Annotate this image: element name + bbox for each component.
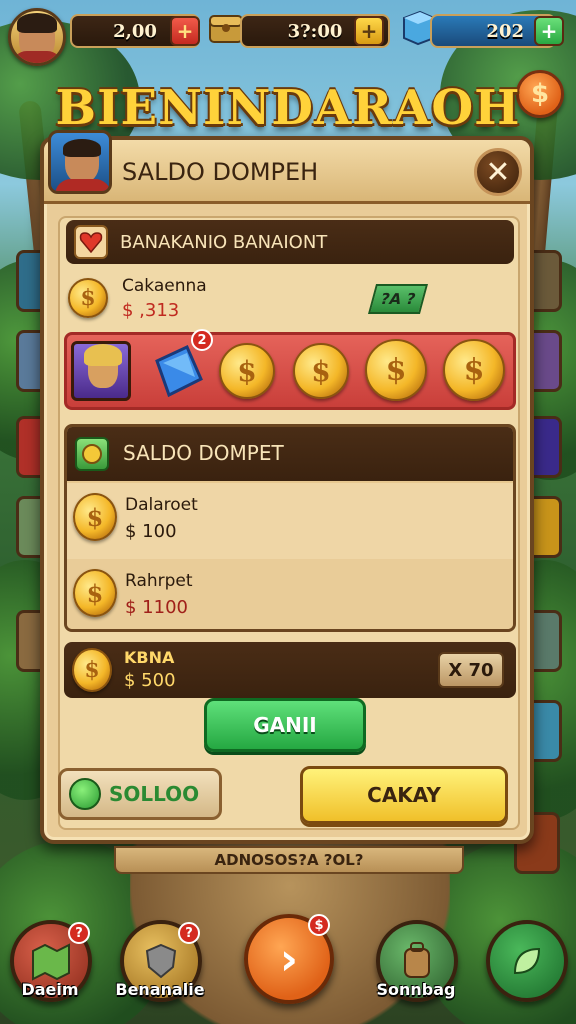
close-icon[interactable]: ✕ [485, 155, 510, 190]
wallet-row[interactable]: $ Rahrpet $ 1100 [67, 559, 513, 629]
top-hud: 2,00 + 3?:00 + 202 + [8, 8, 568, 66]
total-value: $ 500 [124, 670, 176, 691]
item-tag-label: ?A ? [378, 290, 418, 308]
nav-badge-1: ? [68, 922, 90, 944]
resource-1-value: 2,00 [113, 20, 157, 42]
play-button[interactable]: › $ [244, 914, 334, 1004]
confirm-button[interactable]: CAKAY [300, 766, 508, 824]
under-banner-text: ADNOSOS?A ?OL? [214, 851, 364, 869]
wallet-row[interactable]: $ Dalaroet $ 100 [67, 483, 513, 559]
saldo-pill-value: SOLLOO [109, 782, 200, 806]
nav-label-benanalie: Benanalie [115, 980, 205, 999]
panel-title: SALDO DOMPEH [122, 158, 319, 186]
reward-coin-3[interactable]: $ [365, 339, 427, 401]
total-name: KBNA [124, 648, 175, 667]
claim-button-label: GANII [253, 713, 317, 737]
add-resource-2-button[interactable]: + [354, 16, 384, 46]
wallet-icon [75, 437, 109, 471]
resource-2-value: 3?:00 [287, 20, 343, 42]
coin-icon: $ [73, 569, 117, 617]
reward-ticket[interactable]: 2 [147, 329, 213, 401]
game-title: BIENINDARAOH [55, 80, 521, 136]
wallet-title: SALDO DOMPET [123, 441, 284, 465]
close-button[interactable]: ✕ [474, 148, 522, 196]
nav-badge-3: $ [308, 914, 330, 936]
coin-icon: $ [72, 648, 112, 692]
shield-icon [145, 943, 177, 979]
reward-hero-card[interactable] [71, 341, 131, 401]
saldo-pill[interactable]: SOLLOO [58, 768, 222, 820]
wallet-row-name: Rahrpet [125, 571, 193, 591]
panel-avatar [48, 130, 112, 194]
under-banner: ADNOSOS?A ?OL? [114, 846, 464, 874]
reward-coin-4[interactable]: $ [443, 339, 505, 401]
wallet-box: SALDO DOMPET $ Dalaroet $ 100 $ Rahrpet … [64, 424, 516, 632]
add-resource-1-button[interactable]: + [170, 16, 200, 46]
coin-icon: $ [68, 278, 108, 318]
item-value: $ ,313 [122, 300, 180, 321]
play-icon: › [279, 933, 299, 985]
backpack-icon [404, 942, 430, 978]
player-avatar[interactable] [8, 8, 66, 66]
reward-strip: 2 $ $ $ $ [64, 329, 516, 410]
leaf-icon [513, 947, 541, 975]
wallet-row-value: $ 100 [125, 521, 177, 542]
panel-header: SALDO DOMPEH ✕ [44, 130, 530, 204]
heart-shield-icon [74, 225, 108, 259]
section-header-banaka: BANAKANIO BANAIONT [66, 220, 514, 264]
coin-icon: $ [73, 493, 117, 541]
total-bar: $ KBNA $ 500 X 70 [64, 642, 516, 698]
reward-badge: 2 [191, 329, 213, 351]
nav-label-daeim: Daeim [21, 980, 79, 999]
nav-button-map[interactable] [486, 920, 568, 1002]
map-icon [32, 943, 70, 981]
nav-label-sonnbag: Sonnbag [376, 980, 456, 999]
green-gem-icon [69, 778, 101, 810]
confirm-button-label: CAKAY [367, 783, 441, 807]
multiplier-box[interactable]: X 70 [438, 652, 504, 688]
section-1-title: BANAKANIO BANAIONT [120, 231, 328, 253]
resource-3-value: 202 [486, 20, 524, 42]
claim-button[interactable]: GANII [204, 698, 366, 752]
reward-coin-2[interactable]: $ [293, 343, 349, 399]
item-name: Cakaenna [122, 276, 207, 296]
wallet-row-name: Dalaroet [125, 495, 198, 515]
add-resource-3-button[interactable]: + [534, 16, 564, 46]
reward-coin-1[interactable]: $ [219, 343, 275, 399]
wallet-row-value: $ 1100 [125, 597, 188, 618]
nav-badge-2: ? [178, 922, 200, 944]
multiplier-value: X 70 [448, 659, 494, 681]
item-tag[interactable]: ?A ? [367, 284, 429, 314]
wallet-header: SALDO DOMPET [67, 427, 513, 481]
